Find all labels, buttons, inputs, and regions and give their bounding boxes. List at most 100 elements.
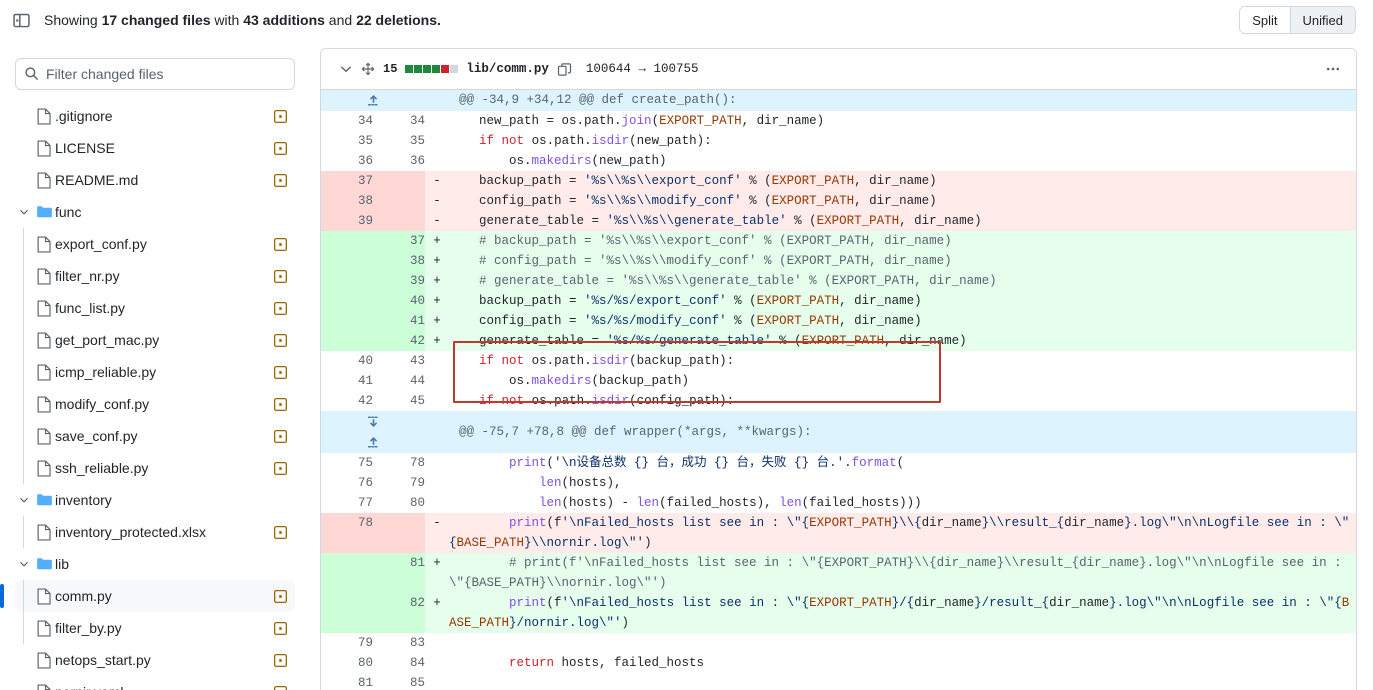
diff-new-line-number[interactable]: 42: [373, 331, 425, 351]
diff-new-line-number[interactable]: 44: [373, 371, 425, 391]
diff-old-line-number[interactable]: 40: [321, 351, 373, 371]
file-tree-item-icmp-reliable-py[interactable]: icmp_reliable.py: [15, 356, 295, 388]
file-filter-wrap: [15, 58, 295, 90]
file-tree-item-filter-nr-py[interactable]: filter_nr.py: [15, 260, 295, 292]
file-tree-item-export-conf-py[interactable]: export_conf.py: [15, 228, 295, 260]
diff-old-line-number[interactable]: 80: [321, 653, 373, 673]
diff-old-line-number[interactable]: [321, 231, 373, 251]
expand-hunk-button[interactable]: [321, 90, 425, 111]
file-tree-item-save-conf-py[interactable]: save_conf.py: [15, 420, 295, 452]
diff-line-code: # print(f'\nFailed_hosts list see in : \…: [449, 553, 1356, 593]
diff-stat-square-del: [441, 65, 450, 73]
file-status-modified-icon: [274, 301, 287, 315]
diff-old-line-number[interactable]: 36: [321, 151, 373, 171]
diff-new-line-number[interactable]: 39: [373, 271, 425, 291]
diff-old-line-number[interactable]: 38: [321, 191, 373, 211]
diff-new-line-number[interactable]: [373, 513, 425, 553]
chevron-down-icon[interactable]: [15, 206, 33, 218]
changed-files-count: 17: [101, 12, 118, 28]
unified-view-button[interactable]: Unified: [1290, 7, 1355, 33]
hunk-header-text: @@ -75,7 +78,8 @@ def wrapper(*args, **k…: [449, 411, 1356, 453]
diff-old-line-number[interactable]: 76: [321, 473, 373, 493]
diff-new-line-number[interactable]: 36: [373, 151, 425, 171]
diff-old-line-number[interactable]: 79: [321, 633, 373, 653]
file-tree-item-modify-conf-py[interactable]: modify_conf.py: [15, 388, 295, 420]
diff-view-toggle: Split Unified: [1239, 6, 1356, 34]
file-tree-item-func-list-py[interactable]: func_list.py: [15, 292, 295, 324]
diff-old-line-number[interactable]: [321, 271, 373, 291]
diff-old-line-number[interactable]: 39: [321, 211, 373, 231]
diff-line-code: generate_table = '%s\\%s\\generate_table…: [449, 211, 1356, 231]
diff-old-line-number[interactable]: 77: [321, 493, 373, 513]
kebab-menu-icon[interactable]: [1320, 56, 1346, 82]
copy-path-icon[interactable]: [557, 62, 572, 77]
file-filter-input[interactable]: [15, 58, 295, 90]
diff-old-line-number[interactable]: 75: [321, 453, 373, 473]
diff-old-line-number[interactable]: [321, 251, 373, 271]
file-tree-item-lib[interactable]: lib: [15, 548, 295, 580]
file-tree-item-license[interactable]: LICENSE: [15, 132, 295, 164]
diff-old-line-number[interactable]: [321, 593, 373, 633]
diff-old-line-number[interactable]: 41: [321, 371, 373, 391]
diff-old-line-number[interactable]: [321, 311, 373, 331]
file-tree-item-filter-by-py[interactable]: filter_by.py: [15, 612, 295, 644]
diff-row-ctx: 41 44 os.makedirs(backup_path): [321, 371, 1356, 391]
tree-indent-guide: [15, 228, 33, 260]
diff-new-line-number[interactable]: 34: [373, 111, 425, 131]
diff-old-line-number[interactable]: [321, 553, 373, 593]
diff-new-line-number[interactable]: 84: [373, 653, 425, 673]
file-tree-item-get-port-mac-py[interactable]: get_port_mac.py: [15, 324, 295, 356]
diff-new-line-number[interactable]: 79: [373, 473, 425, 493]
diff-stat-square-add: [405, 65, 414, 73]
diff-old-line-number[interactable]: [321, 291, 373, 311]
file-tree-item-inventory[interactable]: inventory: [15, 484, 295, 516]
diff-new-line-number[interactable]: 35: [373, 131, 425, 151]
diff-new-line-number[interactable]: 82: [373, 593, 425, 633]
diff-new-line-number[interactable]: 78: [373, 453, 425, 473]
diff-new-line-number[interactable]: [373, 171, 425, 191]
sidebar-toggle-icon[interactable]: [10, 9, 32, 31]
expand-hunk-button[interactable]: [321, 411, 425, 453]
file-tree-item-nornir-yaml[interactable]: nornir.yaml: [15, 676, 295, 690]
file-tree-item-comm-py[interactable]: comm.py: [0, 580, 295, 612]
diff-new-line-number[interactable]: 40: [373, 291, 425, 311]
diff-new-line-number[interactable]: 85: [373, 673, 425, 690]
diff-new-line-number[interactable]: [373, 191, 425, 211]
diff-new-line-number[interactable]: 43: [373, 351, 425, 371]
file-tree-item-label: nornir.yaml: [55, 684, 123, 690]
diff-stat-square-add: [414, 65, 423, 73]
chevron-down-icon[interactable]: [339, 62, 353, 76]
file-tree-item-func[interactable]: func: [15, 196, 295, 228]
diff-old-line-number[interactable]: 42: [321, 391, 373, 411]
split-view-button[interactable]: Split: [1240, 7, 1290, 33]
diff-new-line-number[interactable]: [373, 211, 425, 231]
chevron-down-icon[interactable]: [15, 558, 33, 570]
diff-old-line-number[interactable]: 81: [321, 673, 373, 690]
diff-line-code: os.makedirs(backup_path): [449, 371, 1356, 391]
diff-old-line-number[interactable]: 35: [321, 131, 373, 151]
diff-file-path[interactable]: lib/comm.py: [466, 62, 549, 76]
diff-new-line-number[interactable]: 37: [373, 231, 425, 251]
diff-old-line-number[interactable]: [321, 331, 373, 351]
diff-old-line-number[interactable]: 78: [321, 513, 373, 553]
file-tree-item-netops-start-py[interactable]: netops_start.py: [15, 644, 295, 676]
file-icon: [33, 587, 55, 605]
diff-new-line-number[interactable]: 80: [373, 493, 425, 513]
file-tree-item-readme-md[interactable]: README.md: [15, 164, 295, 196]
diff-new-line-number[interactable]: 38: [373, 251, 425, 271]
chevron-down-icon[interactable]: [15, 494, 33, 506]
diff-new-line-number[interactable]: 45: [373, 391, 425, 411]
file-tree-item-ssh-reliable-py[interactable]: ssh_reliable.py: [15, 452, 295, 484]
file-tree-item--gitignore[interactable]: .gitignore: [15, 100, 295, 132]
diff-new-line-number[interactable]: 81: [373, 553, 425, 593]
diff-line-code: # backup_path = '%s\\%s\\export_conf' % …: [449, 231, 1356, 251]
move-diff-icon[interactable]: [361, 62, 375, 76]
diff-line-code: # generate_table = '%s\\%s\\generate_tab…: [449, 271, 1356, 291]
file-tree-item-inventory-protected-xlsx[interactable]: inventory_protected.xlsx: [15, 516, 295, 548]
diff-old-line-number[interactable]: 37: [321, 171, 373, 191]
file-status-modified-icon: [274, 109, 287, 123]
tree-indent-guide: [15, 516, 33, 548]
diff-new-line-number[interactable]: 83: [373, 633, 425, 653]
diff-old-line-number[interactable]: 34: [321, 111, 373, 131]
diff-new-line-number[interactable]: 41: [373, 311, 425, 331]
